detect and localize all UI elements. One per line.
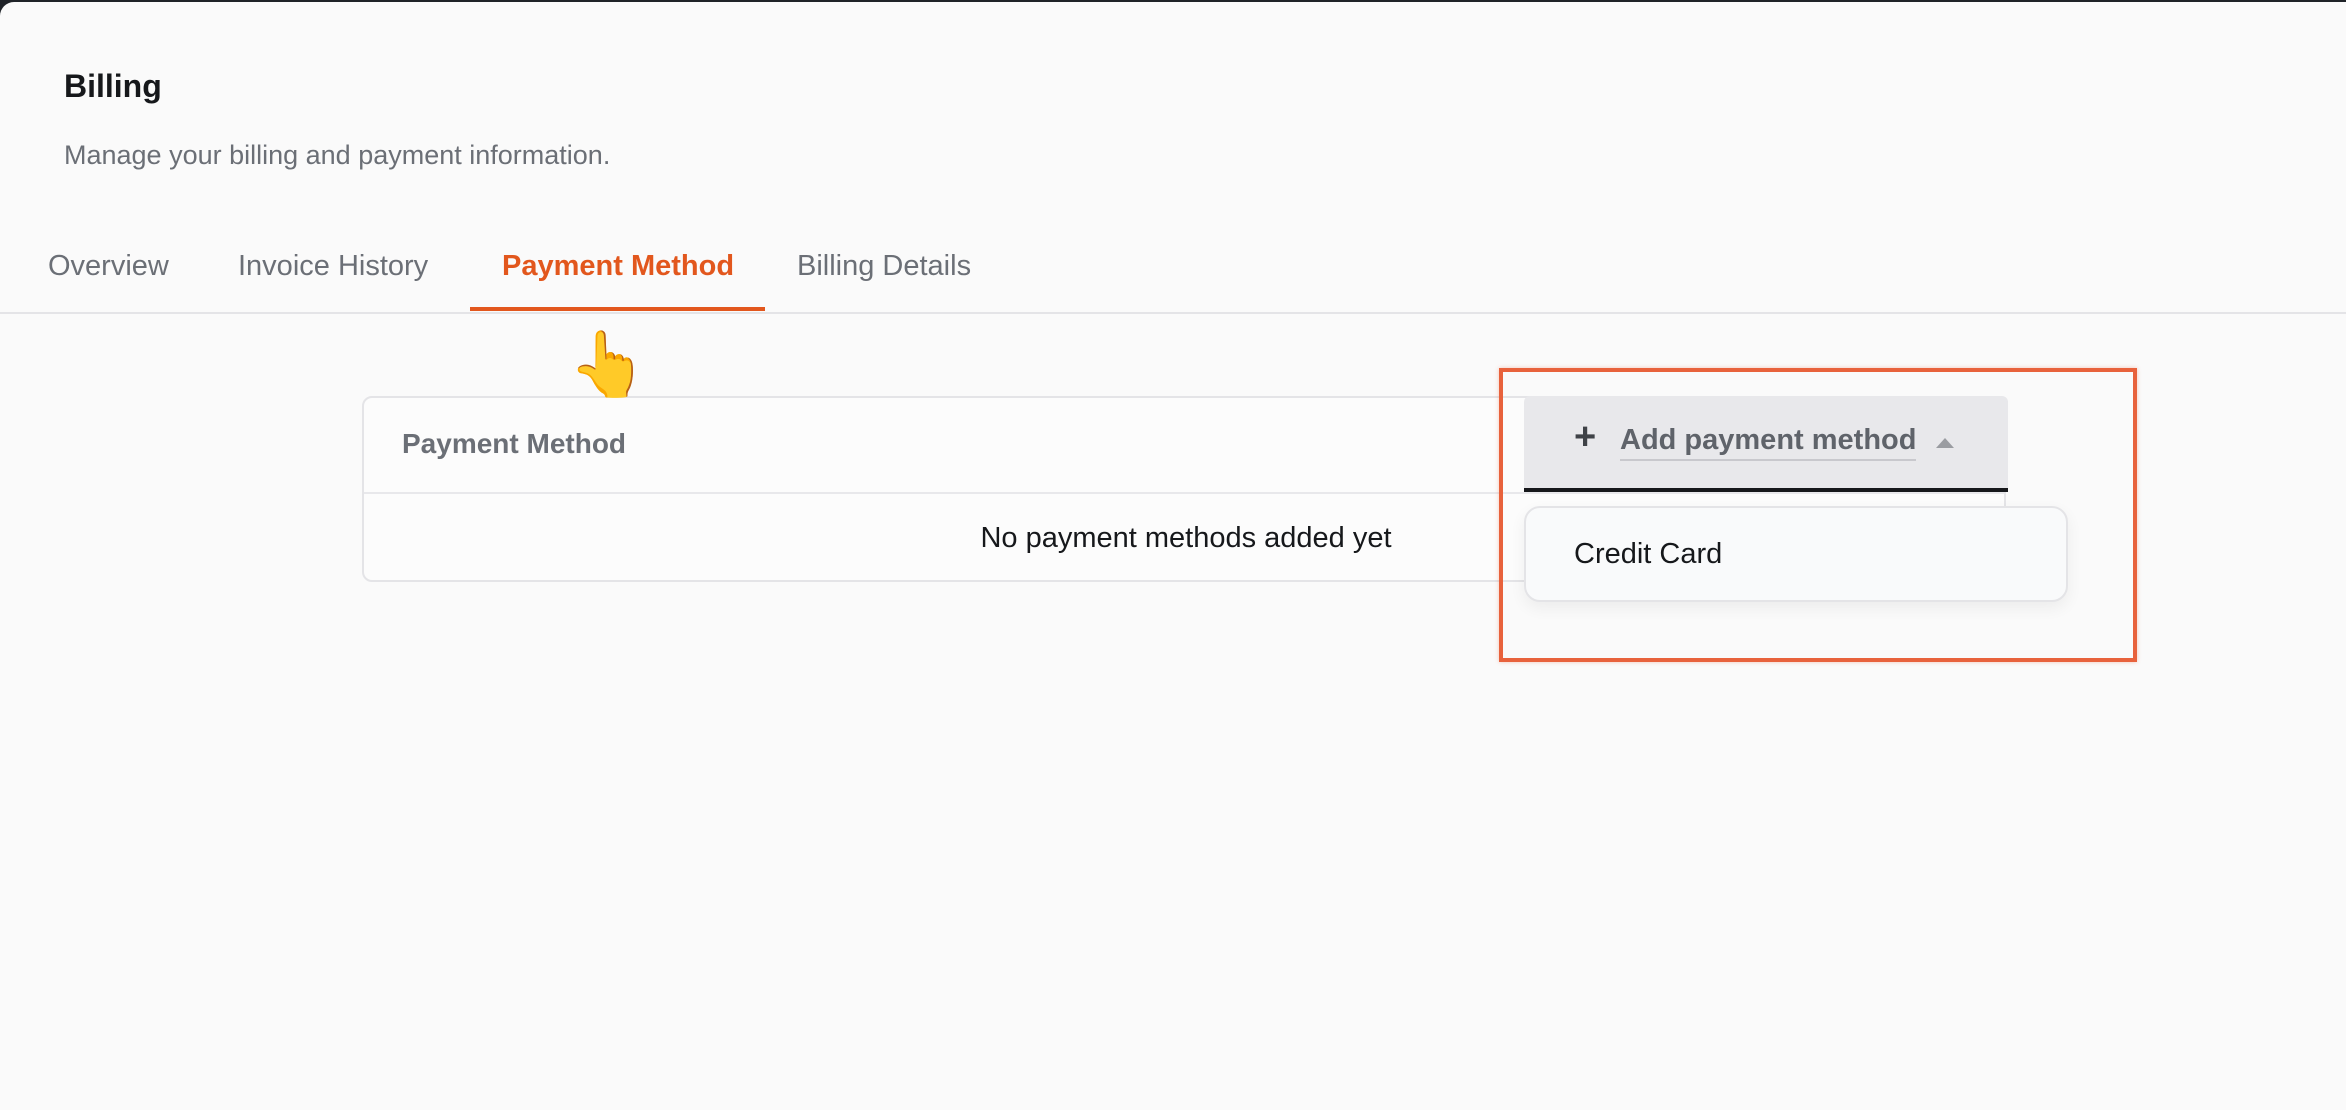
tab-billing-details[interactable]: Billing Details bbox=[797, 250, 971, 283]
caret-up-icon bbox=[1936, 438, 1954, 448]
tab-invoice-history[interactable]: Invoice History bbox=[238, 250, 428, 283]
tab-overview[interactable]: Overview bbox=[48, 250, 169, 283]
page-title: Billing bbox=[64, 68, 162, 104]
pointing-hand-icon: 👆 bbox=[568, 328, 648, 400]
dropdown-item-credit-card[interactable]: Credit Card bbox=[1574, 538, 1722, 571]
tab-payment-method[interactable]: Payment Method bbox=[502, 250, 734, 283]
add-payment-method-label: Add payment method bbox=[1620, 424, 1917, 461]
page-subtitle: Manage your billing and payment informat… bbox=[64, 140, 611, 170]
billing-tabs: Overview Invoice History Payment Method … bbox=[0, 220, 2346, 314]
payment-type-dropdown: Credit Card bbox=[1524, 506, 2068, 602]
active-tab-indicator bbox=[470, 307, 765, 311]
app-window: Billing Manage your billing and payment … bbox=[0, 2, 2346, 1110]
plus-icon: + bbox=[1574, 416, 1597, 458]
payment-method-card-title: Payment Method bbox=[402, 428, 627, 459]
add-payment-method-button[interactable]: + Add payment method bbox=[1524, 396, 2008, 492]
